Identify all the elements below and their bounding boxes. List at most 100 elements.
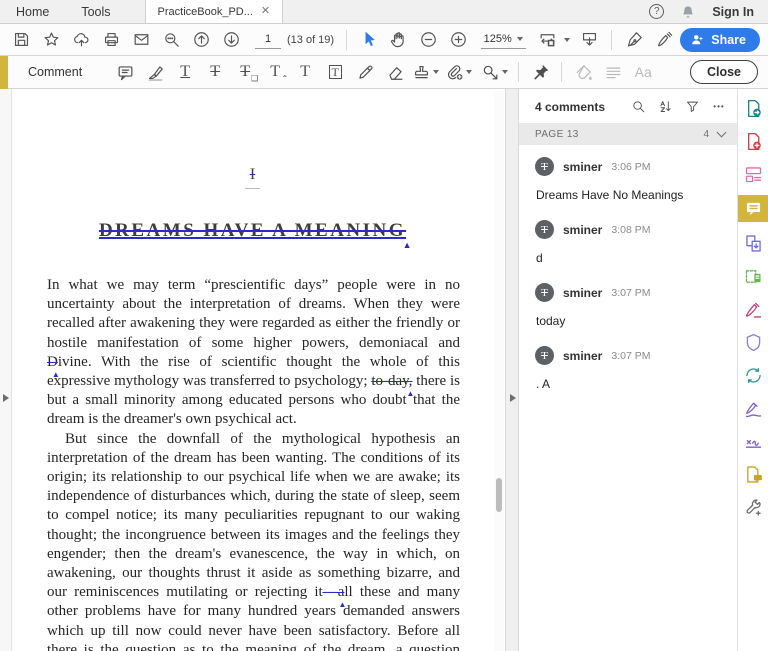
highlight-tool[interactable]	[140, 59, 170, 85]
request-signatures-tool[interactable]	[741, 429, 765, 453]
organize-pages-tool[interactable]	[741, 162, 765, 186]
collapse-group-chevron-icon[interactable]	[717, 128, 727, 138]
text-properties-tool[interactable]: Aa	[628, 59, 658, 85]
comment-item[interactable]: sminer 3:06 PM Dreams Have No Meanings	[519, 145, 737, 202]
sticky-note-tool[interactable]	[110, 59, 140, 85]
text-box-icon	[329, 65, 342, 79]
favorite-button[interactable]	[38, 27, 66, 53]
underline-text-tool[interactable]	[170, 59, 200, 85]
insert-caret-annotation[interactable]: ▲	[407, 390, 415, 398]
document-scrollbar[interactable]	[494, 90, 504, 651]
insert-text-tool[interactable]: ⌃	[260, 59, 290, 85]
insert-caret-annotation[interactable]: ▲	[52, 371, 60, 379]
create-pdf-tool[interactable]	[741, 129, 765, 153]
page-count-label: (13 of 19)	[287, 34, 334, 46]
strikethrough-annotation-avatar-icon	[535, 283, 554, 302]
chapter-title-block: DREAMS HAVE A MEANING▲	[12, 220, 493, 242]
line-thickness-tool[interactable]	[598, 59, 628, 85]
strikethrough-annotation-avatar-icon	[535, 346, 554, 365]
envelope-icon	[132, 30, 151, 49]
chevron-down-icon[interactable]	[564, 38, 570, 42]
tab-home[interactable]: Home	[0, 0, 65, 23]
share-button[interactable]: Share	[680, 28, 760, 52]
more-tools-button[interactable]	[741, 495, 765, 519]
comment-item[interactable]: sminer 3:07 PM . A	[519, 334, 737, 391]
signature-icon	[743, 431, 764, 452]
zoom-level-select[interactable]: 125%	[481, 31, 526, 49]
chapter-numeral: I	[250, 166, 255, 183]
strikethrough-text-tool[interactable]	[200, 59, 230, 85]
comment-bubble-icon	[743, 198, 764, 219]
comment-item[interactable]: sminer 3:08 PM d	[519, 208, 737, 265]
comment-tool-active[interactable]	[738, 195, 768, 222]
more-options-icon[interactable]	[709, 97, 729, 117]
scrolling-mode-button[interactable]	[576, 27, 604, 53]
fill-sign-button[interactable]	[650, 27, 678, 53]
previous-page-button[interactable]	[187, 27, 215, 53]
attach-file-tool[interactable]	[440, 59, 476, 85]
keep-tool-selected-toggle[interactable]	[525, 59, 555, 85]
sort-az-icon	[658, 99, 673, 114]
active-tool-indicator	[0, 56, 8, 90]
export-pdf-tool[interactable]	[741, 96, 765, 120]
sign-pen-button[interactable]	[620, 27, 648, 53]
print-button[interactable]	[98, 27, 126, 53]
edit-pdf-tool[interactable]	[741, 264, 765, 288]
pdf-page[interactable]: I DREAMS HAVE A MEANING▲ In what we may …	[12, 90, 493, 651]
fit-width-button[interactable]	[534, 27, 562, 53]
strikethrough-annotation-avatar-icon	[535, 220, 554, 239]
paperclip-plus-icon	[445, 63, 464, 82]
combine-files-tool[interactable]	[741, 231, 765, 255]
expand-panel-arrow[interactable]	[510, 394, 516, 402]
add-text-tool[interactable]	[290, 59, 320, 85]
expand-left-panel-arrow[interactable]	[3, 394, 9, 402]
select-tool-button[interactable]	[355, 27, 383, 53]
strikethrough-annotation[interactable]: —a▲	[323, 584, 345, 600]
strikethrough-annotation[interactable]: D▲	[47, 354, 58, 370]
sign-in-link[interactable]: Sign In	[712, 5, 754, 19]
protect-tool[interactable]	[741, 330, 765, 354]
upload-cloud-button[interactable]	[68, 27, 96, 53]
drawing-shapes-tool[interactable]	[476, 59, 512, 85]
tab-tools-label: Tools	[81, 5, 110, 19]
close-tab-icon[interactable]: ✕	[261, 6, 270, 17]
comment-time: 3:06 PM	[611, 161, 650, 173]
help-icon[interactable]: ?	[649, 4, 664, 19]
zoom-out-button[interactable]	[415, 27, 443, 53]
insert-caret-annotation[interactable]: ▲	[403, 240, 414, 250]
fill-sign-rail-tool[interactable]	[741, 297, 765, 321]
email-button[interactable]	[128, 27, 156, 53]
filter-comments-button[interactable]	[682, 97, 702, 117]
erase-tool[interactable]	[380, 59, 410, 85]
close-comment-mode-button[interactable]: Close	[690, 60, 758, 84]
sign-rail-tool[interactable]	[741, 396, 765, 420]
send-for-comments-tool[interactable]	[741, 462, 765, 486]
strikethrough-annotation[interactable]: to-day,▲	[371, 373, 412, 389]
search-comments-button[interactable]	[628, 97, 648, 117]
comment-time: 3:07 PM	[611, 350, 650, 362]
hand-tool-button[interactable]	[385, 27, 413, 53]
notifications-bell-icon[interactable]	[680, 4, 696, 20]
zoom-in-button[interactable]	[445, 27, 473, 53]
scrollbar-thumb[interactable]	[496, 478, 502, 512]
insert-caret-annotation[interactable]: ▲	[320, 601, 346, 609]
page-group-bar[interactable]: PAGE 13 4	[519, 123, 737, 145]
sort-comments-button[interactable]	[655, 97, 675, 117]
tab-document[interactable]: PracticeBook_PD... ✕	[145, 0, 284, 23]
next-page-button[interactable]	[217, 27, 245, 53]
text-box-tool[interactable]	[320, 59, 350, 85]
stamp-tool[interactable]	[410, 59, 440, 85]
underline-text-icon	[180, 64, 190, 80]
comment-item[interactable]: sminer 3:07 PM today	[519, 271, 737, 328]
draw-tool[interactable]	[350, 59, 380, 85]
paragraph-1: In what we may term “prescientific days”…	[47, 276, 460, 430]
compress-pdf-tool[interactable]	[741, 363, 765, 387]
chapter-title-strikethrough-annotation[interactable]: DREAMS HAVE A MEANING▲	[99, 220, 406, 242]
replace-text-tool[interactable]: ❑	[230, 59, 260, 85]
tab-tools[interactable]: Tools	[65, 0, 126, 23]
comment-toolbar: Comment ❑ ⌃ Aa Close	[0, 56, 768, 89]
page-number-input[interactable]	[255, 31, 281, 49]
color-fill-tool[interactable]	[568, 59, 598, 85]
save-button[interactable]	[8, 27, 36, 53]
find-button[interactable]	[157, 27, 185, 53]
